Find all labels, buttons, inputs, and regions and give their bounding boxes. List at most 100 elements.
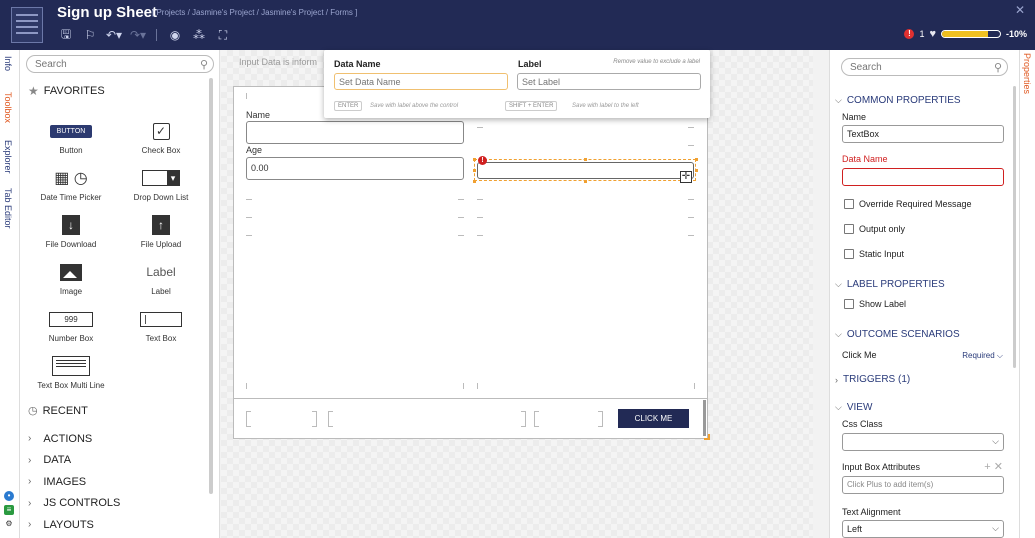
breadcrumb[interactable]: [ Projects / Jasmine's Project / Jasmine… <box>152 8 357 17</box>
progress-percent: -10% <box>1005 29 1027 39</box>
tool-date-time-picker[interactable]: ▦ ◷ Date Time Picker <box>30 161 112 208</box>
settings-icon[interactable]: ⚙ <box>4 519 14 529</box>
properties-search[interactable]: ⚲ <box>841 58 1008 76</box>
chat-icon[interactable]: • <box>4 491 14 501</box>
required-dropdown[interactable]: Required ⌵ <box>962 351 1003 361</box>
grid-marker <box>688 199 694 200</box>
text-alignment-select[interactable]: Left ⌵ <box>842 520 1004 538</box>
add-remove-icons[interactable]: + ✕ <box>984 460 1003 473</box>
popup-label-input-box[interactable] <box>517 73 701 90</box>
canvas-scrollbar[interactable] <box>703 400 706 436</box>
category-actions[interactable]: › ACTIONS <box>28 428 120 450</box>
favorites-label: FAVORITES <box>43 85 105 97</box>
tool-image[interactable]: Image <box>30 255 112 302</box>
preview-icon[interactable]: ◉ <box>163 28 187 42</box>
image-icon <box>60 263 82 281</box>
sheet-icon[interactable]: ≡ <box>4 505 14 515</box>
resize-handle[interactable] <box>695 158 698 161</box>
tool-label: Check Box <box>141 146 181 155</box>
move-icon[interactable]: ✛ <box>680 171 692 183</box>
tool-label[interactable]: Label Label <box>120 255 202 302</box>
common-properties-header[interactable]: ⌵ COMMON PROPERTIES <box>835 95 961 106</box>
tool-file-download[interactable]: ↓ File Download <box>30 208 112 255</box>
properties-scrollbar[interactable] <box>1013 86 1016 368</box>
output-only-checkbox[interactable]: Output only <box>844 224 905 234</box>
age-field[interactable]: 0.00 <box>246 157 464 180</box>
category-layouts[interactable]: › LAYOUTS <box>28 514 120 536</box>
resize-handle[interactable] <box>584 180 587 183</box>
calendar-clock-icon: ▦ ◷ <box>54 170 88 187</box>
name-field[interactable] <box>246 121 464 144</box>
label-properties-header[interactable]: ⌵ LABEL PROPERTIES <box>835 279 945 290</box>
tool-drop-down-list[interactable]: Drop Down List <box>120 161 202 208</box>
resize-handle[interactable] <box>473 180 476 183</box>
tab-explorer[interactable]: Explorer <box>3 140 13 174</box>
outcome-scenarios-header[interactable]: ⌵ OUTCOME SCENARIOS <box>835 329 960 340</box>
designer-canvas[interactable]: Input Data is inform Name Age 0.00 ! ✛ C… <box>221 50 813 538</box>
flag-icon[interactable]: ⚐ <box>78 28 102 42</box>
recent-header[interactable]: ◷ RECENT <box>28 404 88 418</box>
favorites-header[interactable]: ★ FAVORITES <box>28 84 105 98</box>
search-icon[interactable]: ⚲ <box>200 58 208 71</box>
tool-check-box[interactable]: ✓ Check Box <box>120 114 202 161</box>
popup-data-name-input[interactable] <box>335 74 507 89</box>
form-resize-handle[interactable] <box>704 434 710 440</box>
tab-properties[interactable]: Properties <box>1022 53 1032 94</box>
redo-icon[interactable]: ↷▾ <box>126 28 150 42</box>
number-box-icon: 999 <box>49 311 93 327</box>
grid-marker <box>598 411 603 427</box>
click-me-button[interactable]: CLICK ME <box>618 409 689 428</box>
resize-handle[interactable] <box>473 158 476 161</box>
tab-tab-editor[interactable]: Tab Editor <box>3 188 13 229</box>
resize-handle[interactable] <box>695 169 698 172</box>
css-class-label: Css Class <box>842 419 883 429</box>
close-icon[interactable]: ✕ <box>1015 3 1025 17</box>
properties-search-input[interactable] <box>842 59 1007 75</box>
shift-enter-key-hint: Save with label to the left <box>572 103 639 109</box>
toolbox-scrollbar[interactable] <box>209 78 213 494</box>
shift-enter-key-badge: SHIFT + ENTER <box>505 101 558 111</box>
category-label: DATA <box>43 454 72 467</box>
tool-button[interactable]: BUTTON Button <box>30 114 112 161</box>
grid-marker <box>246 199 252 200</box>
tab-info[interactable]: Info <box>3 56 13 71</box>
toolbox-search[interactable]: ⚲ <box>26 55 214 73</box>
selected-textbox[interactable] <box>477 162 694 179</box>
input-box-attributes-field[interactable]: Click Plus to add item(s) <box>842 476 1004 494</box>
category-images[interactable]: › IMAGES <box>28 471 120 493</box>
popup-label-input[interactable] <box>518 74 700 89</box>
category-label: JS CONTROLS <box>43 497 121 510</box>
form-container[interactable]: Name Age 0.00 ! ✛ <box>233 86 708 439</box>
tool-text-box[interactable]: Text Box <box>120 302 202 349</box>
show-label-checkbox[interactable]: Show Label <box>844 299 906 309</box>
override-required-checkbox[interactable]: Override Required Message <box>844 199 972 209</box>
toolbox-search-input[interactable] <box>27 56 213 72</box>
alert-icon[interactable]: ! <box>904 29 915 39</box>
category-js-controls[interactable]: › JS CONTROLS <box>28 493 120 515</box>
popup-data-name-input-box[interactable] <box>334 73 508 90</box>
undo-icon[interactable]: ↶▾ <box>102 28 126 42</box>
view-header[interactable]: ⌵ VIEW <box>835 402 872 413</box>
tool-text-box-multi-line[interactable]: Text Box Multi Line <box>30 349 112 396</box>
tab-toolbox[interactable]: Toolbox <box>3 92 13 123</box>
search-icon[interactable]: ⚲ <box>994 61 1002 74</box>
data-name-prop-input[interactable] <box>842 168 1004 186</box>
name-prop-input[interactable]: TextBox <box>842 125 1004 143</box>
css-class-select[interactable]: ⌵ <box>842 433 1004 451</box>
fullscreen-icon[interactable]: ⛶ <box>211 28 235 43</box>
text-alignment-value: Left <box>847 524 863 534</box>
error-icon[interactable]: ! <box>478 156 487 165</box>
tool-number-box[interactable]: 999 Number Box <box>30 302 112 349</box>
resize-handle[interactable] <box>584 158 587 161</box>
static-input-checkbox[interactable]: Static Input <box>844 249 904 259</box>
resize-handle[interactable] <box>473 169 476 172</box>
category-data[interactable]: › DATA <box>28 450 120 472</box>
tool-file-upload[interactable]: ↑ File Upload <box>120 208 202 255</box>
tree-icon[interactable]: ⁂ <box>187 28 211 42</box>
enter-key-hint: Save with label above the control <box>370 103 459 109</box>
section-label: VIEW <box>846 402 873 413</box>
save-icon[interactable]: 🖫 <box>54 25 78 46</box>
tool-label-text: Label <box>151 287 171 296</box>
triggers-header[interactable]: › TRIGGERS (1) <box>835 374 910 385</box>
clock-icon: ◷ <box>28 405 38 417</box>
